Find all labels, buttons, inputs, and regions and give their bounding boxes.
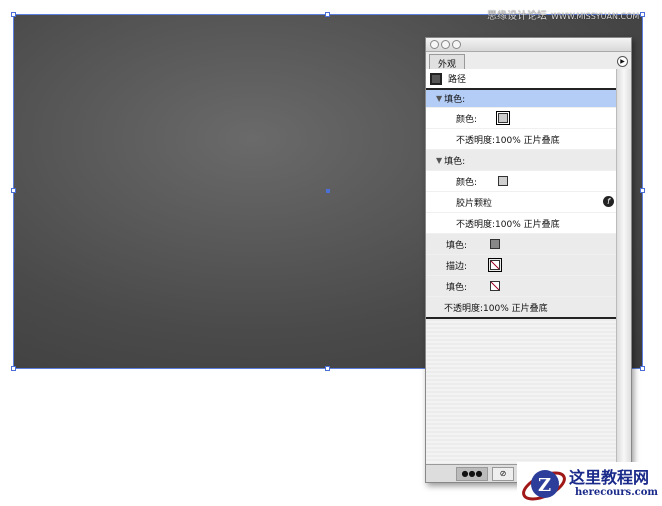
clear-appearance-button[interactable]: ⊘ — [492, 467, 514, 481]
logo-title: 这里教程网 — [569, 468, 650, 487]
svg-text:Z: Z — [538, 475, 551, 496]
row-label: 填色: — [444, 156, 466, 167]
row-label: 描边: — [446, 261, 468, 272]
appearance-row[interactable]: 不透明度:100% 正片叠底 — [426, 129, 617, 150]
watermark-url: WWW.MISSYUAN.COM — [551, 12, 640, 21]
expand-triangle-icon[interactable]: ▼ — [436, 94, 442, 103]
appearance-row[interactable]: 不透明度:100% 正片叠底 — [426, 213, 617, 234]
logo-icon: Z — [522, 470, 566, 501]
color-swatch[interactable] — [496, 111, 510, 125]
close-button[interactable] — [430, 40, 439, 49]
object-row[interactable]: 路径 — [426, 69, 617, 90]
zoom-button[interactable] — [452, 40, 461, 49]
center-point — [326, 189, 330, 193]
panel-menu-icon[interactable]: ▶ — [617, 56, 628, 67]
selection-handle[interactable] — [11, 366, 16, 371]
logo-url: herecours.com — [575, 487, 659, 498]
watermark-text: 思缘设计论坛 — [487, 11, 547, 22]
appearance-list: 路径 ▼ 填色: 颜色: 不透明度:100% 正片叠底 ▼ 填色: 颜色: 胶片颗粒 f 不透明度… — [426, 69, 617, 467]
row-label: 填色: — [444, 95, 466, 105]
row-label: 填色: — [446, 282, 468, 293]
color-swatch[interactable] — [498, 176, 508, 186]
appearance-row[interactable]: 描边: — [426, 255, 617, 276]
new-art-basic-appearance-button[interactable]: ●●● — [456, 467, 488, 481]
selection-handle[interactable] — [640, 12, 645, 17]
row-label: 颜色: — [456, 114, 478, 125]
site-logo: Z 这里教程网 herecours.com — [517, 462, 662, 506]
selection-handle[interactable] — [640, 188, 645, 193]
color-swatch[interactable] — [490, 239, 500, 249]
appearance-row[interactable]: ▼ 填色: — [426, 150, 617, 171]
watermark: 思缘设计论坛 WWW.MISSYUAN.COM — [487, 7, 639, 22]
row-label: 不透明度:100% 正片叠底 — [456, 219, 560, 230]
appearance-panel: 外观 ▶ 路径 ▼ 填色: 颜色: 不透明度:100% 正片叠底 ▼ 填色: 颜色: 胶片颗粒… — [425, 37, 632, 483]
appearance-row[interactable]: 不透明度:100% 正片叠底 — [426, 297, 617, 319]
fx-icon[interactable]: f — [603, 196, 614, 207]
scrollbar[interactable] — [616, 69, 631, 467]
selection-handle[interactable] — [325, 12, 330, 17]
none-swatch-icon[interactable] — [488, 258, 502, 272]
selection-handle[interactable] — [640, 366, 645, 371]
object-thumbnail — [430, 73, 442, 85]
selection-handle[interactable] — [11, 12, 16, 17]
object-label: 路径 — [448, 75, 467, 85]
minimize-button[interactable] — [441, 40, 450, 49]
selection-handle[interactable] — [11, 188, 16, 193]
row-label: 不透明度:100% 正片叠底 — [444, 303, 548, 314]
appearance-row[interactable]: ▼ 填色: — [426, 90, 617, 108]
appearance-row[interactable]: 胶片颗粒 f — [426, 192, 617, 213]
row-label: 不透明度:100% 正片叠底 — [456, 135, 560, 146]
row-label: 颜色: — [456, 177, 478, 188]
appearance-row[interactable]: 填色: — [426, 234, 617, 255]
none-swatch-icon[interactable] — [490, 281, 500, 291]
panel-titlebar[interactable] — [426, 38, 631, 52]
appearance-row[interactable]: 填色: — [426, 276, 617, 297]
appearance-row[interactable]: 颜色: — [426, 171, 617, 192]
appearance-row[interactable]: 颜色: — [426, 108, 617, 129]
row-label: 填色: — [446, 240, 468, 251]
expand-triangle-icon[interactable]: ▼ — [436, 156, 442, 165]
selection-handle[interactable] — [325, 366, 330, 371]
row-label: 胶片颗粒 — [456, 198, 493, 209]
